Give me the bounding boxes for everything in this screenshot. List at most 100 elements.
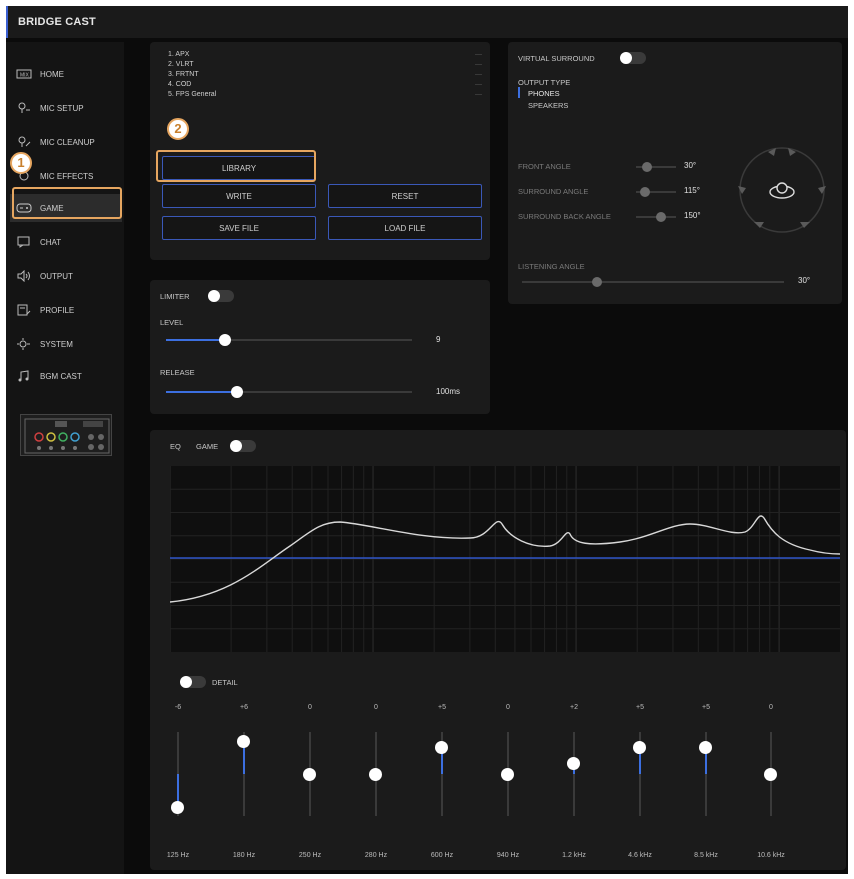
- preset-item[interactable]: 5. FPS General: [168, 91, 216, 98]
- save-file-button[interactable]: SAVE FILE: [162, 216, 316, 240]
- preset-item[interactable]: 3. FRTNT: [168, 71, 199, 78]
- preset-dash: —: [475, 91, 482, 98]
- output-selected-marker: [518, 87, 520, 98]
- preset-item[interactable]: 2. VLRT: [168, 61, 194, 68]
- release-value: 100ms: [436, 387, 461, 396]
- release-knob[interactable]: [231, 386, 244, 398]
- surround-back-angle-slider[interactable]: [636, 212, 676, 222]
- limiter-toggle[interactable]: [208, 290, 234, 302]
- virtual-surround-toggle[interactable]: [620, 52, 646, 64]
- preset-dash: —: [475, 61, 482, 68]
- virtual-surround-title: VIRTUAL SURROUND: [518, 54, 595, 63]
- sidebar-item-chat[interactable]: CHAT: [10, 228, 122, 256]
- eq-graph[interactable]: [169, 466, 841, 652]
- sidebar-item-label: HOME: [40, 69, 64, 79]
- sidebar-item-profile[interactable]: PROFILE: [10, 296, 122, 324]
- eq-band-knob[interactable]: [501, 768, 514, 781]
- release-slider[interactable]: [166, 386, 412, 398]
- write-button[interactable]: WRITE: [162, 184, 316, 208]
- eq-band: +6 180 Hz: [214, 696, 274, 866]
- surround-angle-knob[interactable]: [640, 187, 650, 197]
- listening-angle-knob[interactable]: [592, 277, 602, 287]
- sidebar-item-bgm-cast[interactable]: BGM CAST: [10, 362, 122, 390]
- eq-band-knob[interactable]: [237, 735, 250, 748]
- listening-angle-value: 30°: [798, 276, 811, 285]
- eq-mode: GAME: [196, 442, 219, 451]
- eq-toggle[interactable]: [230, 440, 256, 452]
- load-file-button[interactable]: LOAD FILE: [328, 216, 482, 240]
- preset-item[interactable]: 1. APX: [168, 51, 189, 58]
- eq-band: +5 8.5 kHz: [676, 696, 736, 866]
- virtual-surround-panel: VIRTUAL SURROUND OUTPUT TYPE PHONES SPEA…: [508, 42, 842, 304]
- front-angle-value: 30°: [684, 161, 697, 170]
- sidebar-item-output[interactable]: OUTPUT: [10, 262, 122, 290]
- eq-band-gain: +6: [240, 704, 248, 711]
- eq-band-knob[interactable]: [171, 801, 184, 814]
- eq-band-knob[interactable]: [633, 740, 646, 754]
- eq-band-slider[interactable]: [573, 732, 575, 816]
- sidebar-item-system[interactable]: SYSTEM: [10, 330, 122, 358]
- sidebar-item-label: MIC EFFECTS: [40, 171, 94, 181]
- head-icon: [769, 182, 795, 199]
- level-knob[interactable]: [219, 334, 232, 346]
- eq-band-gain: 0: [769, 704, 773, 711]
- listening-angle-label: LISTENING ANGLE: [518, 262, 585, 271]
- eq-band-frequency: 600 Hz: [430, 852, 454, 859]
- eq-title: EQ: [170, 442, 181, 451]
- eq-band-knob[interactable]: [435, 740, 448, 754]
- surround-back-angle-knob[interactable]: [656, 212, 666, 222]
- eq-band-knob[interactable]: [369, 768, 382, 781]
- surround-angle-label: SURROUND ANGLE: [518, 187, 589, 196]
- eq-band-knob[interactable]: [567, 757, 580, 770]
- sidebar-item-label: SYSTEM: [40, 339, 73, 349]
- level-slider[interactable]: [166, 334, 412, 346]
- app-title: BRIDGE CAST: [18, 16, 96, 28]
- limiter-title: LIMITER: [160, 292, 190, 301]
- preset-dash: —: [475, 51, 482, 58]
- sidebar-item-mic-setup[interactable]: MIC SETUP: [10, 94, 122, 122]
- device-thumbnail[interactable]: [20, 414, 112, 456]
- system-icon: [16, 338, 32, 350]
- sidebar-item-label: MIC SETUP: [40, 103, 84, 113]
- front-angle-knob[interactable]: [642, 162, 652, 172]
- eq-band-knob[interactable]: [303, 768, 316, 781]
- eq-band-gain: +5: [702, 704, 710, 711]
- music-icon: [16, 370, 32, 382]
- app-window: BRIDGE CAST MIX HOME MIC SETUP MIC CLEAN…: [6, 6, 848, 874]
- eq-band-gain: 0: [374, 704, 378, 711]
- reset-button[interactable]: RESET: [328, 184, 482, 208]
- preset-item[interactable]: 4. COD: [168, 81, 191, 88]
- level-label: LEVEL: [160, 318, 184, 327]
- sidebar-item-label: BGM CAST: [40, 371, 82, 381]
- eq-band-frequency: 4.6 kHz: [628, 852, 652, 859]
- eq-band-gain: -6: [174, 704, 182, 711]
- sidebar-item-mic-cleanup[interactable]: MIC CLEANUP: [10, 128, 122, 156]
- eq-band-frequency: 280 Hz: [364, 852, 388, 859]
- eq-band: -6 125 Hz: [148, 696, 208, 866]
- eq-band-frequency: 250 Hz: [298, 852, 322, 859]
- output-type-label: OUTPUT TYPE: [518, 78, 571, 87]
- sidebar-item-label: CHAT: [40, 237, 62, 247]
- front-angle-slider[interactable]: [636, 162, 676, 172]
- listening-angle-slider[interactable]: [522, 277, 784, 287]
- release-fill: [166, 391, 238, 393]
- output-option-speakers[interactable]: SPEAKERS: [528, 101, 568, 110]
- title-bar: BRIDGE CAST: [6, 6, 848, 38]
- eq-band-knob[interactable]: [764, 768, 777, 781]
- detail-toggle[interactable]: [180, 676, 206, 688]
- eq-band-gain: +5: [636, 704, 644, 711]
- surround-diagram: [734, 142, 830, 238]
- eq-band-knob[interactable]: [699, 740, 712, 754]
- surround-back-angle-label: SURROUND BACK ANGLE: [518, 212, 611, 221]
- sidebar-item-home[interactable]: MIX HOME: [10, 60, 122, 88]
- game-highlight: [12, 187, 122, 219]
- eq-band: +5 4.6 kHz: [610, 696, 670, 866]
- surround-angle-slider[interactable]: [636, 187, 676, 197]
- eq-band-gain: 0: [506, 704, 510, 711]
- svg-text:MIX: MIX: [20, 73, 30, 79]
- eq-band-gain: +5: [438, 704, 446, 711]
- detail-label: DETAIL: [212, 678, 238, 687]
- callout-badge-1: 1: [10, 152, 32, 174]
- output-option-phones[interactable]: PHONES: [528, 89, 560, 98]
- sidebar-item-label: MIC CLEANUP: [40, 137, 95, 147]
